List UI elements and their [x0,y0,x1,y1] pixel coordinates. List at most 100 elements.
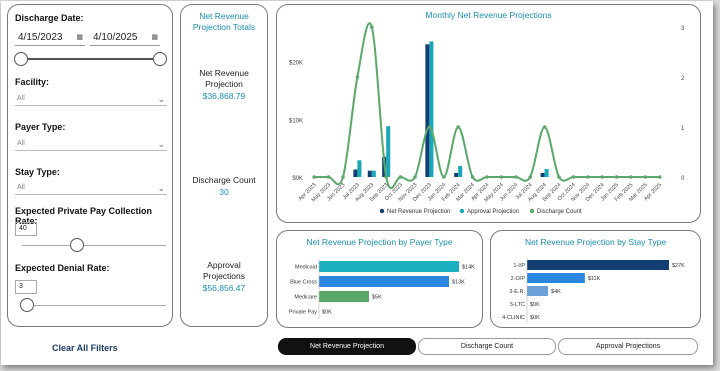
nrp-total-value: $36,868.79 [202,91,246,101]
nrp-bar [425,44,430,177]
discharge-count-label: Discharge Count [192,175,256,185]
facility-selected: All [17,95,25,102]
discharge-point [643,175,648,179]
discharge-point [326,175,331,179]
discharge-point [456,125,460,129]
legend-label: Approval Projection [467,209,519,215]
discharge-point [485,175,489,179]
facility-dropdown[interactable]: All ⌄ [15,92,167,106]
discharge-point [470,175,475,179]
discharge-point [384,175,388,179]
discharge-point [614,175,619,179]
value-label: $0K [530,302,540,308]
filter-panel: Discharge Date: 4/15/2023 ▦ 4/10/2025 ▦ … [7,4,173,327]
discharge-point [542,125,547,129]
tab-discharge-count[interactable]: Discharge Count [418,338,556,355]
right-tick-label: 1 [681,126,685,132]
chevron-down-icon[interactable]: ⌄ [157,137,165,151]
stay-chart: 1-I/P $27K 2-O/P $11K 3-E.R. $4K 5-LTC $0K 4-CLI… [502,258,685,323]
denial-rate-input[interactable]: 3 [15,280,37,294]
value-label: $14K [462,265,475,271]
private-pay-slider-handle[interactable] [70,238,84,252]
start-date-value: 4/15/2023 [18,32,63,43]
tab-approval-projections[interactable]: Approval Projections [558,338,698,355]
value-label: $27K [672,263,685,269]
right-tick-label: 3 [681,26,685,32]
nrp-bar [540,172,545,177]
discharge-point [427,125,432,129]
discharge-date-label: Discharge Date: [15,13,84,23]
legend-marker [379,208,385,214]
totals-title: Net Revenue Projection Totals [192,11,256,32]
stay-type-dropdown[interactable]: All ⌄ [15,181,167,195]
category-label: 1-I/P [513,263,525,269]
value-label: $0K [322,310,332,316]
bar [527,260,669,270]
discharge-point [398,175,403,179]
legend-marker [459,208,465,214]
denial-rate-label: Expected Denial Rate: [15,263,110,273]
denial-rate-slider-track[interactable] [22,305,166,306]
discharge-point [571,175,576,179]
date-range-start-handle[interactable] [14,52,28,66]
approval-total-label: Approval Projections [202,260,246,281]
approval-bar [458,166,463,177]
left-tick-label: $0K [292,176,303,182]
stay-type-selected: All [17,184,25,191]
category-label: 3-E.R. [509,289,525,295]
private-pay-input[interactable]: 40 [15,222,37,236]
category-label: Blue Cross [290,280,317,286]
stay-type-label: Stay Type: [15,167,60,177]
denial-rate-slider-handle[interactable] [20,298,34,312]
discharge-point [355,75,360,79]
value-label: $13K [452,280,465,286]
date-range-end-handle[interactable] [153,52,167,66]
payer-chart: Medicaid $14K Blue Cross $13K Medicare $5K Pri… [289,259,475,319]
discharge-point [586,175,590,179]
bar [527,273,585,283]
clear-all-filters-button[interactable]: Clear All Filters [52,343,118,353]
end-date-input[interactable]: 4/10/2025 ▦ [90,29,160,46]
discharge-point [413,175,417,179]
value-label: $4K [551,289,561,295]
discharge-point [341,175,345,179]
start-date-input[interactable]: 4/15/2023 ▦ [15,29,85,46]
tab-net-revenue-projection[interactable]: Net Revenue Projection [278,338,416,355]
approval-bar [357,160,362,177]
discharge-point [600,175,604,179]
nrp-bar [454,172,459,177]
legend-label: Discharge Count [537,209,582,215]
approval-bar [371,170,376,177]
value-label: $5K [372,295,382,301]
facility-label: Facility: [15,77,50,87]
discharge-point [442,175,446,179]
discharge-point [312,175,316,179]
discharge-point [528,175,532,179]
calendar-icon[interactable]: ▦ [151,29,158,46]
chevron-down-icon[interactable]: ⌄ [157,92,165,106]
nrp-total-label: Net Revenue Projection [199,68,249,89]
monthly-chart: $0K$10K$20K0123Apr 2023May 2023Jun 2023J… [289,22,685,215]
right-tick-label: 2 [681,76,685,82]
payer-type-dropdown[interactable]: All ⌄ [15,137,167,151]
payer-type-selected: All [17,140,25,147]
discharge-point [557,175,561,179]
legend-marker [529,208,535,214]
end-date-value: 4/10/2025 [93,32,138,43]
right-tick-label: 0 [681,176,685,182]
date-range-track[interactable] [20,58,162,60]
calendar-icon[interactable]: ▦ [76,29,83,46]
legend-label: Net Revenue Projection [387,209,450,215]
discharge-point [499,175,504,179]
discharge-point [629,175,633,179]
category-label: Medicare [294,295,317,301]
private-pay-slider-track[interactable] [22,245,166,246]
approval-bar [544,168,549,177]
bar [319,261,459,272]
private-pay-label: Expected Private Pay Collection Rate: [15,206,153,226]
approval-total-value: $56,856.47 [202,283,246,293]
discharge-point [658,175,662,179]
approval-bar [429,41,434,177]
chevron-down-icon[interactable]: ⌄ [157,181,165,195]
discharge-point [514,175,518,179]
